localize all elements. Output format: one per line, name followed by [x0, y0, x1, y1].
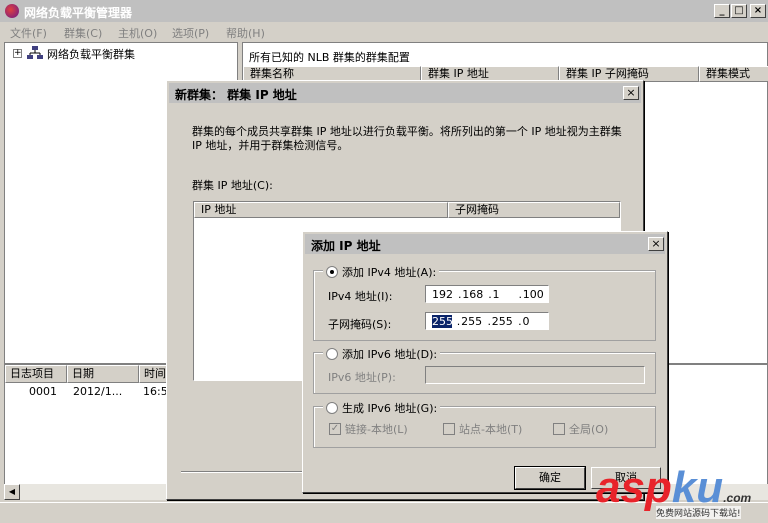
- log-row-time[interactable]: 16:5: [143, 385, 168, 398]
- dialog-title-bar: 添加 IP 地址 ×: [305, 234, 665, 254]
- generate-radio-row[interactable]: 生成 IPv6 地址(G):: [323, 400, 441, 416]
- ipv4-radio-label[interactable]: 添加 IPv4 地址(A):: [342, 264, 436, 280]
- dialog-title-bar: 新群集： 群集 IP 地址 ×: [169, 83, 641, 103]
- link-local-checkbox[interactable]: ✓: [329, 423, 341, 435]
- ipv6-radio[interactable]: [326, 348, 338, 360]
- ipv4-address-label: IPv4 地址(I):: [328, 290, 393, 303]
- pane-caption: 所有已知的 NLB 群集的群集配置: [249, 51, 410, 64]
- network-cluster-icon: [27, 46, 43, 59]
- tree-root-label[interactable]: 网络负载平衡群集: [47, 46, 135, 62]
- dialog-description: 群集的每个成员共享群集 IP 地址以进行负载平衡。将所列出的第一个 IP 地址视…: [192, 125, 622, 152]
- close-icon[interactable]: ×: [623, 86, 639, 100]
- close-icon[interactable]: ×: [648, 237, 664, 251]
- subnet-octet-1[interactable]: 255: [432, 314, 453, 328]
- ipv4-address-input[interactable]: 192. 168. 1. 100: [425, 285, 549, 303]
- ipv6-address-label: IPv6 地址(P):: [328, 371, 396, 384]
- log-col-date[interactable]: 日期: [67, 365, 139, 383]
- ipv4-octet-3[interactable]: 1: [493, 288, 518, 301]
- maximize-button[interactable]: □: [731, 4, 747, 18]
- link-local-label[interactable]: 链接-本地(L): [345, 421, 408, 437]
- generate-radio[interactable]: [326, 402, 338, 414]
- col-ip-address[interactable]: IP 地址: [194, 202, 448, 218]
- ipv6-radio-row[interactable]: 添加 IPv6 地址(D):: [323, 346, 441, 362]
- dialog-title: 新群集： 群集 IP 地址: [175, 88, 297, 102]
- subnet-octet-3[interactable]: 255: [492, 315, 518, 328]
- ipv4-octet-1[interactable]: 192: [432, 288, 457, 301]
- ip-list-label: 群集 IP 地址(C):: [192, 179, 273, 192]
- watermark-subtitle: 免费网站源码下载站!: [656, 506, 741, 519]
- subnet-label: 子网掩码(S):: [328, 318, 392, 331]
- site-local-checkbox[interactable]: [443, 423, 455, 435]
- ipv4-radio[interactable]: [326, 266, 338, 278]
- add-ip-dialog: 添加 IP 地址 × 添加 IPv4 地址(A): IPv4 地址(I): 19…: [302, 231, 668, 493]
- ok-button[interactable]: 确定: [514, 466, 586, 490]
- tree-expand-icon[interactable]: +: [13, 49, 22, 58]
- log-row-date[interactable]: 2012/1...: [73, 385, 122, 398]
- title-bar: 网络负载平衡管理器 _ □ ×: [0, 0, 768, 22]
- ipv6-radio-label[interactable]: 添加 IPv6 地址(D):: [342, 346, 437, 362]
- dialog-title: 添加 IP 地址: [311, 239, 381, 253]
- site-local-label[interactable]: 站点-本地(T): [459, 421, 522, 437]
- ipv6-address-input[interactable]: [425, 366, 645, 384]
- menu-host[interactable]: 主机(O): [118, 25, 157, 41]
- menu-help[interactable]: 帮助(H): [226, 25, 265, 41]
- global-checkbox[interactable]: [553, 423, 565, 435]
- generate-radio-label[interactable]: 生成 IPv6 地址(G):: [342, 400, 437, 416]
- ipv4-radio-row[interactable]: 添加 IPv4 地址(A):: [323, 264, 440, 280]
- minimize-button[interactable]: _: [714, 4, 730, 18]
- col-cluster-mode[interactable]: 群集模式: [699, 66, 768, 82]
- close-button[interactable]: ×: [750, 4, 766, 18]
- log-row-item[interactable]: 0001: [29, 385, 57, 398]
- global-label[interactable]: 全局(O): [569, 421, 608, 437]
- ipv4-octet-2[interactable]: 168: [462, 288, 487, 301]
- ipv4-octet-4[interactable]: 100: [523, 288, 548, 301]
- menu-file[interactable]: 文件(F): [10, 25, 47, 41]
- menu-cluster[interactable]: 群集(C): [64, 25, 102, 41]
- menu-bar: 文件(F) 群集(C) 主机(O) 选项(P) 帮助(H): [0, 22, 768, 42]
- col-subnet-mask[interactable]: 子网掩码: [448, 202, 620, 218]
- global-checkbox-row[interactable]: 全局(O): [553, 421, 608, 437]
- link-local-checkbox-row[interactable]: ✓ 链接-本地(L): [329, 421, 408, 437]
- log-col-item[interactable]: 日志项目: [5, 365, 67, 383]
- app-icon: [5, 4, 19, 18]
- site-local-checkbox-row[interactable]: 站点-本地(T): [443, 421, 522, 437]
- scroll-left-icon[interactable]: ◀: [4, 484, 20, 500]
- subnet-mask-input[interactable]: 255. 255. 255. 0: [425, 312, 549, 330]
- subnet-octet-4[interactable]: 0: [522, 315, 548, 328]
- menu-options[interactable]: 选项(P): [172, 25, 209, 41]
- subnet-octet-2[interactable]: 255: [461, 315, 487, 328]
- window-title: 网络负载平衡管理器: [24, 6, 133, 20]
